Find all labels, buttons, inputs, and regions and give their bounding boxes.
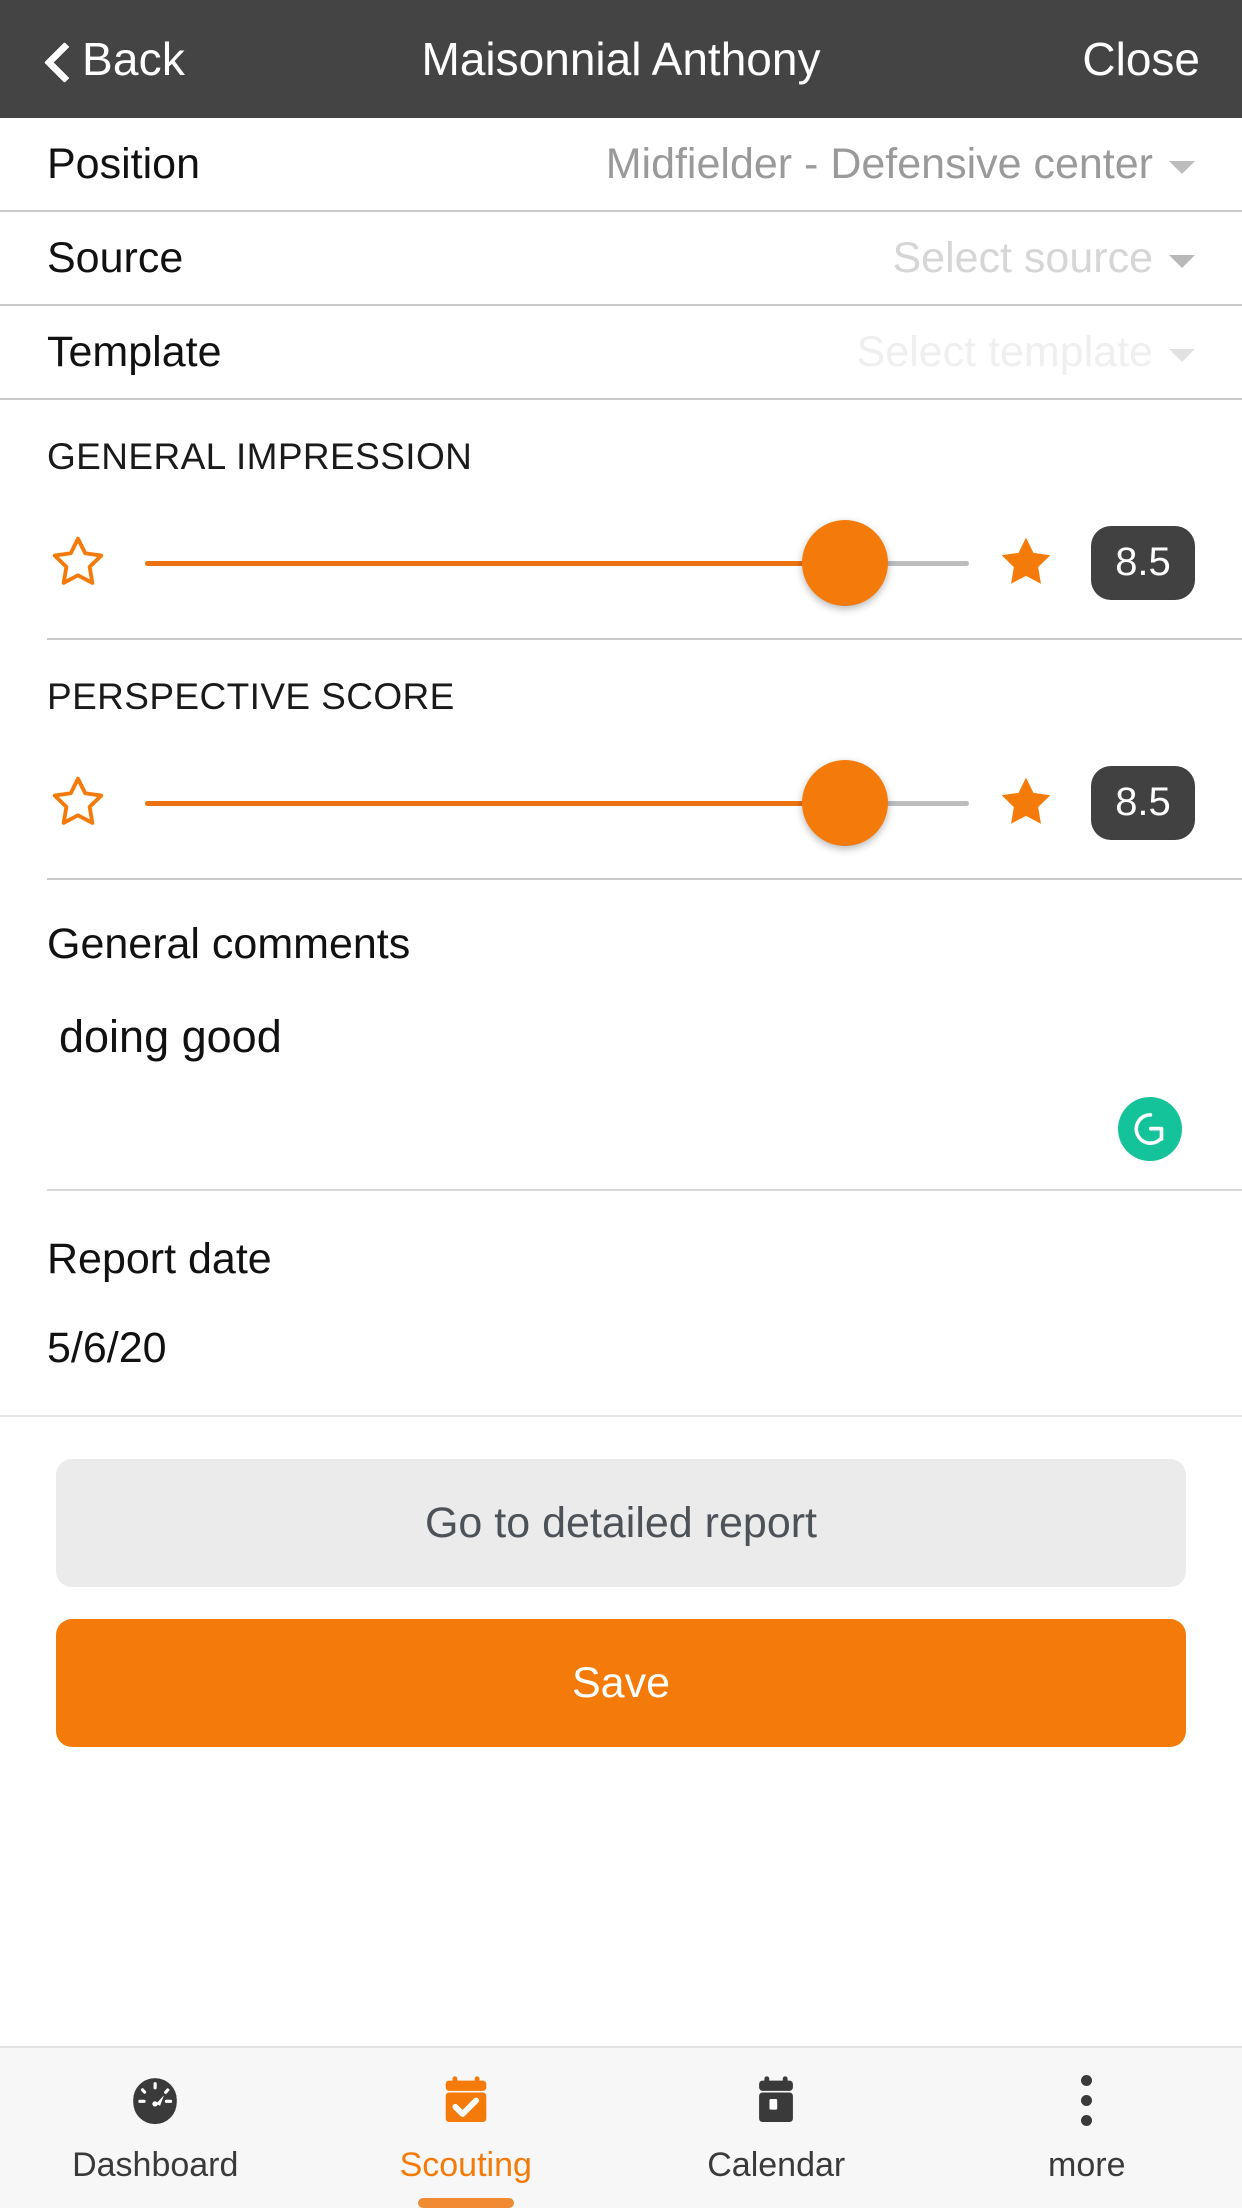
app-header: Back Maisonnial Anthony Close: [0, 0, 1242, 118]
star-filled-icon: [995, 532, 1057, 594]
save-button[interactable]: Save: [56, 1619, 1186, 1747]
speedometer-icon: [126, 2070, 184, 2130]
dot: [1081, 2094, 1093, 2106]
general-comments-input[interactable]: doing good: [47, 969, 1242, 1063]
position-value[interactable]: Midfielder - Defensive center: [606, 140, 1195, 189]
grammarly-icon[interactable]: [1118, 1097, 1182, 1161]
tab-scouting[interactable]: Scouting: [311, 2048, 622, 2208]
calendar-check-icon: [437, 2070, 495, 2130]
calendar-icon: [747, 2070, 805, 2130]
general-impression-score-badge: 8.5: [1091, 526, 1195, 600]
overflow-dots-icon: [1081, 2070, 1093, 2130]
tab-dashboard[interactable]: Dashboard: [0, 2048, 311, 2208]
report-date-block[interactable]: Report date 5/6/20: [0, 1191, 1242, 1417]
perspective-score-slider[interactable]: [145, 760, 969, 846]
perspective-score-title: PERSPECTIVE SCORE: [47, 676, 455, 717]
back-button-label: Back: [82, 33, 186, 85]
actions-area: Go to detailed report Save: [0, 1417, 1242, 1747]
chevron-down-icon: [1169, 160, 1195, 174]
slider-fill: [145, 801, 846, 806]
close-button[interactable]: Close: [1082, 32, 1200, 86]
slider-thumb[interactable]: [802, 760, 889, 846]
scouting-report-screen: Back Maisonnial Anthony Close Position M…: [0, 0, 1242, 2208]
report-date-value[interactable]: 5/6/20: [47, 1284, 1242, 1373]
report-date-label: Report date: [47, 1235, 272, 1283]
perspective-score-slider-row[interactable]: 8.5: [47, 728, 1242, 878]
chevron-left-icon: [42, 46, 68, 72]
back-button[interactable]: Back: [42, 32, 185, 86]
go-to-detailed-report-button[interactable]: Go to detailed report: [56, 1459, 1186, 1587]
slider-fill: [145, 561, 846, 566]
position-select-row[interactable]: Position Midfielder - Defensive center: [0, 118, 1242, 212]
position-label: Position: [47, 139, 200, 188]
bottom-tab-bar: Dashboard Scouting Calendar more: [0, 2046, 1242, 2208]
general-impression-slider[interactable]: [145, 520, 969, 606]
dot: [1081, 2114, 1093, 2126]
general-impression-block: GENERAL IMPRESSION 8.5: [47, 400, 1242, 640]
position-value-text: Midfielder - Defensive center: [605, 139, 1153, 188]
tab-calendar-label: Calendar: [707, 2146, 846, 2184]
star-outline-icon: [47, 772, 109, 834]
tab-more[interactable]: more: [932, 2048, 1242, 2208]
perspective-score-block: PERSPECTIVE SCORE 8.5: [47, 640, 1242, 880]
tab-active-indicator: [417, 2198, 514, 2208]
source-label: Source: [47, 233, 184, 282]
general-impression-title: GENERAL IMPRESSION: [47, 436, 473, 477]
source-select-row[interactable]: Source Select source: [0, 212, 1242, 306]
template-value[interactable]: Select template: [857, 328, 1195, 377]
template-label: Template: [47, 327, 222, 376]
chevron-down-icon: [1169, 348, 1195, 362]
general-impression-slider-row[interactable]: 8.5: [47, 488, 1242, 638]
general-comments-label: General comments: [47, 920, 411, 968]
slider-thumb[interactable]: [802, 520, 889, 606]
general-comments-block: General comments doing good: [47, 880, 1242, 1191]
tab-calendar[interactable]: Calendar: [621, 2048, 932, 2208]
form-body: Position Midfielder - Defensive center S…: [0, 118, 1242, 2046]
tab-dashboard-label: Dashboard: [72, 2146, 239, 2184]
dot: [1081, 2074, 1093, 2086]
source-value[interactable]: Select source: [892, 234, 1195, 283]
template-value-text: Select template: [856, 327, 1153, 376]
perspective-score-badge: 8.5: [1091, 766, 1195, 840]
star-filled-icon: [995, 772, 1057, 834]
page-title: Maisonnial Anthony: [421, 33, 821, 85]
template-select-row[interactable]: Template Select template: [0, 306, 1242, 400]
tab-scouting-label: Scouting: [399, 2146, 532, 2184]
source-value-text: Select source: [892, 233, 1153, 282]
grammarly-row: [47, 1063, 1242, 1171]
chevron-down-icon: [1169, 254, 1195, 268]
tab-more-label: more: [1048, 2146, 1126, 2184]
star-outline-icon: [47, 532, 109, 594]
